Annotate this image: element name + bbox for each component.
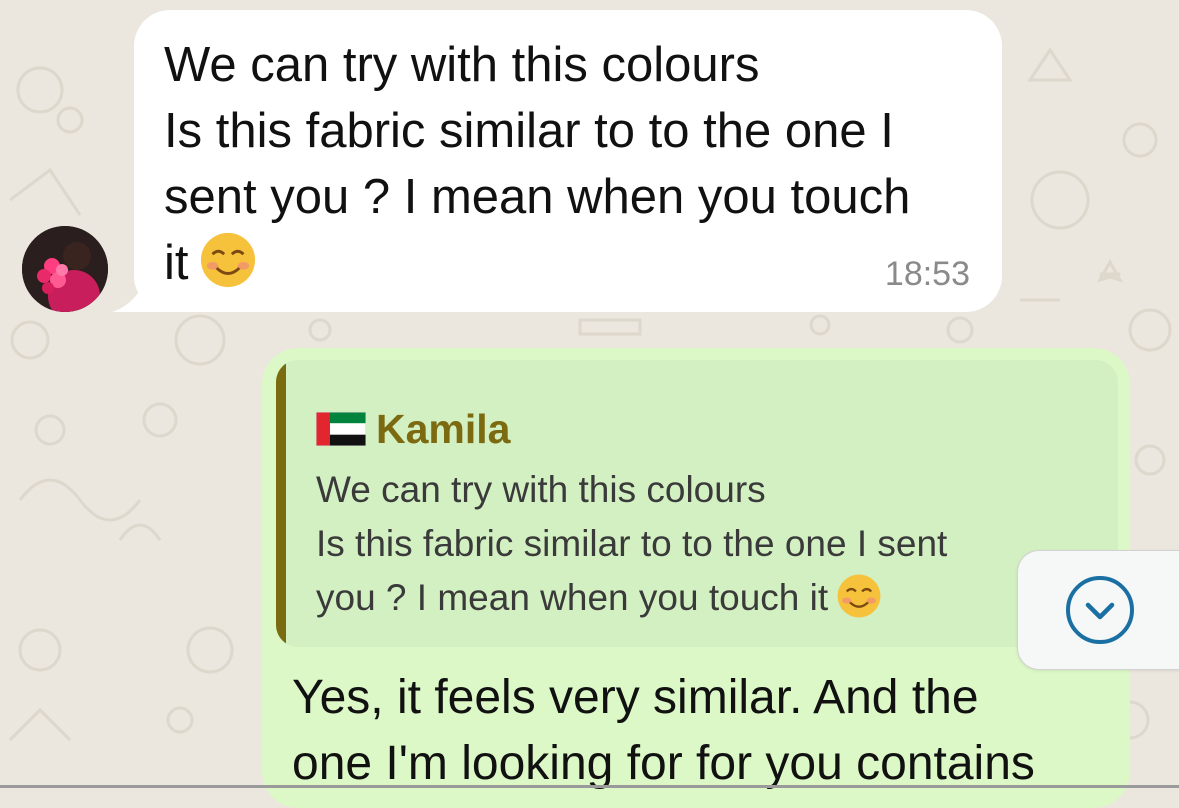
scroll-to-bottom-button[interactable] [1017,550,1179,670]
incoming-message-bubble[interactable]: We can try with this colours Is this fab… [134,10,1002,312]
outgoing-message-text: Yes, it feels very similar. And the one … [292,671,1035,790]
chevron-down-icon [1066,576,1134,644]
quoted-sender-name: Kamila [376,405,511,452]
quote-accent-bar [276,360,286,647]
incoming-message-text: We can try with this colours Is this fab… [164,38,911,290]
quoted-sender: Kamila [316,404,510,454]
smiling-face-icon [837,574,881,618]
message-timestamp: 18:53 [884,255,970,293]
contact-avatar[interactable] [22,226,108,312]
quoted-message[interactable]: Kamila We can try with this colours Is t… [276,360,1118,647]
quoted-message-text: We can try with this colours Is this fab… [316,469,948,618]
uae-flag-icon [316,412,366,446]
smiling-face-icon [200,232,255,288]
outgoing-message-bubble[interactable]: Kamila We can try with this colours Is t… [262,348,1130,808]
